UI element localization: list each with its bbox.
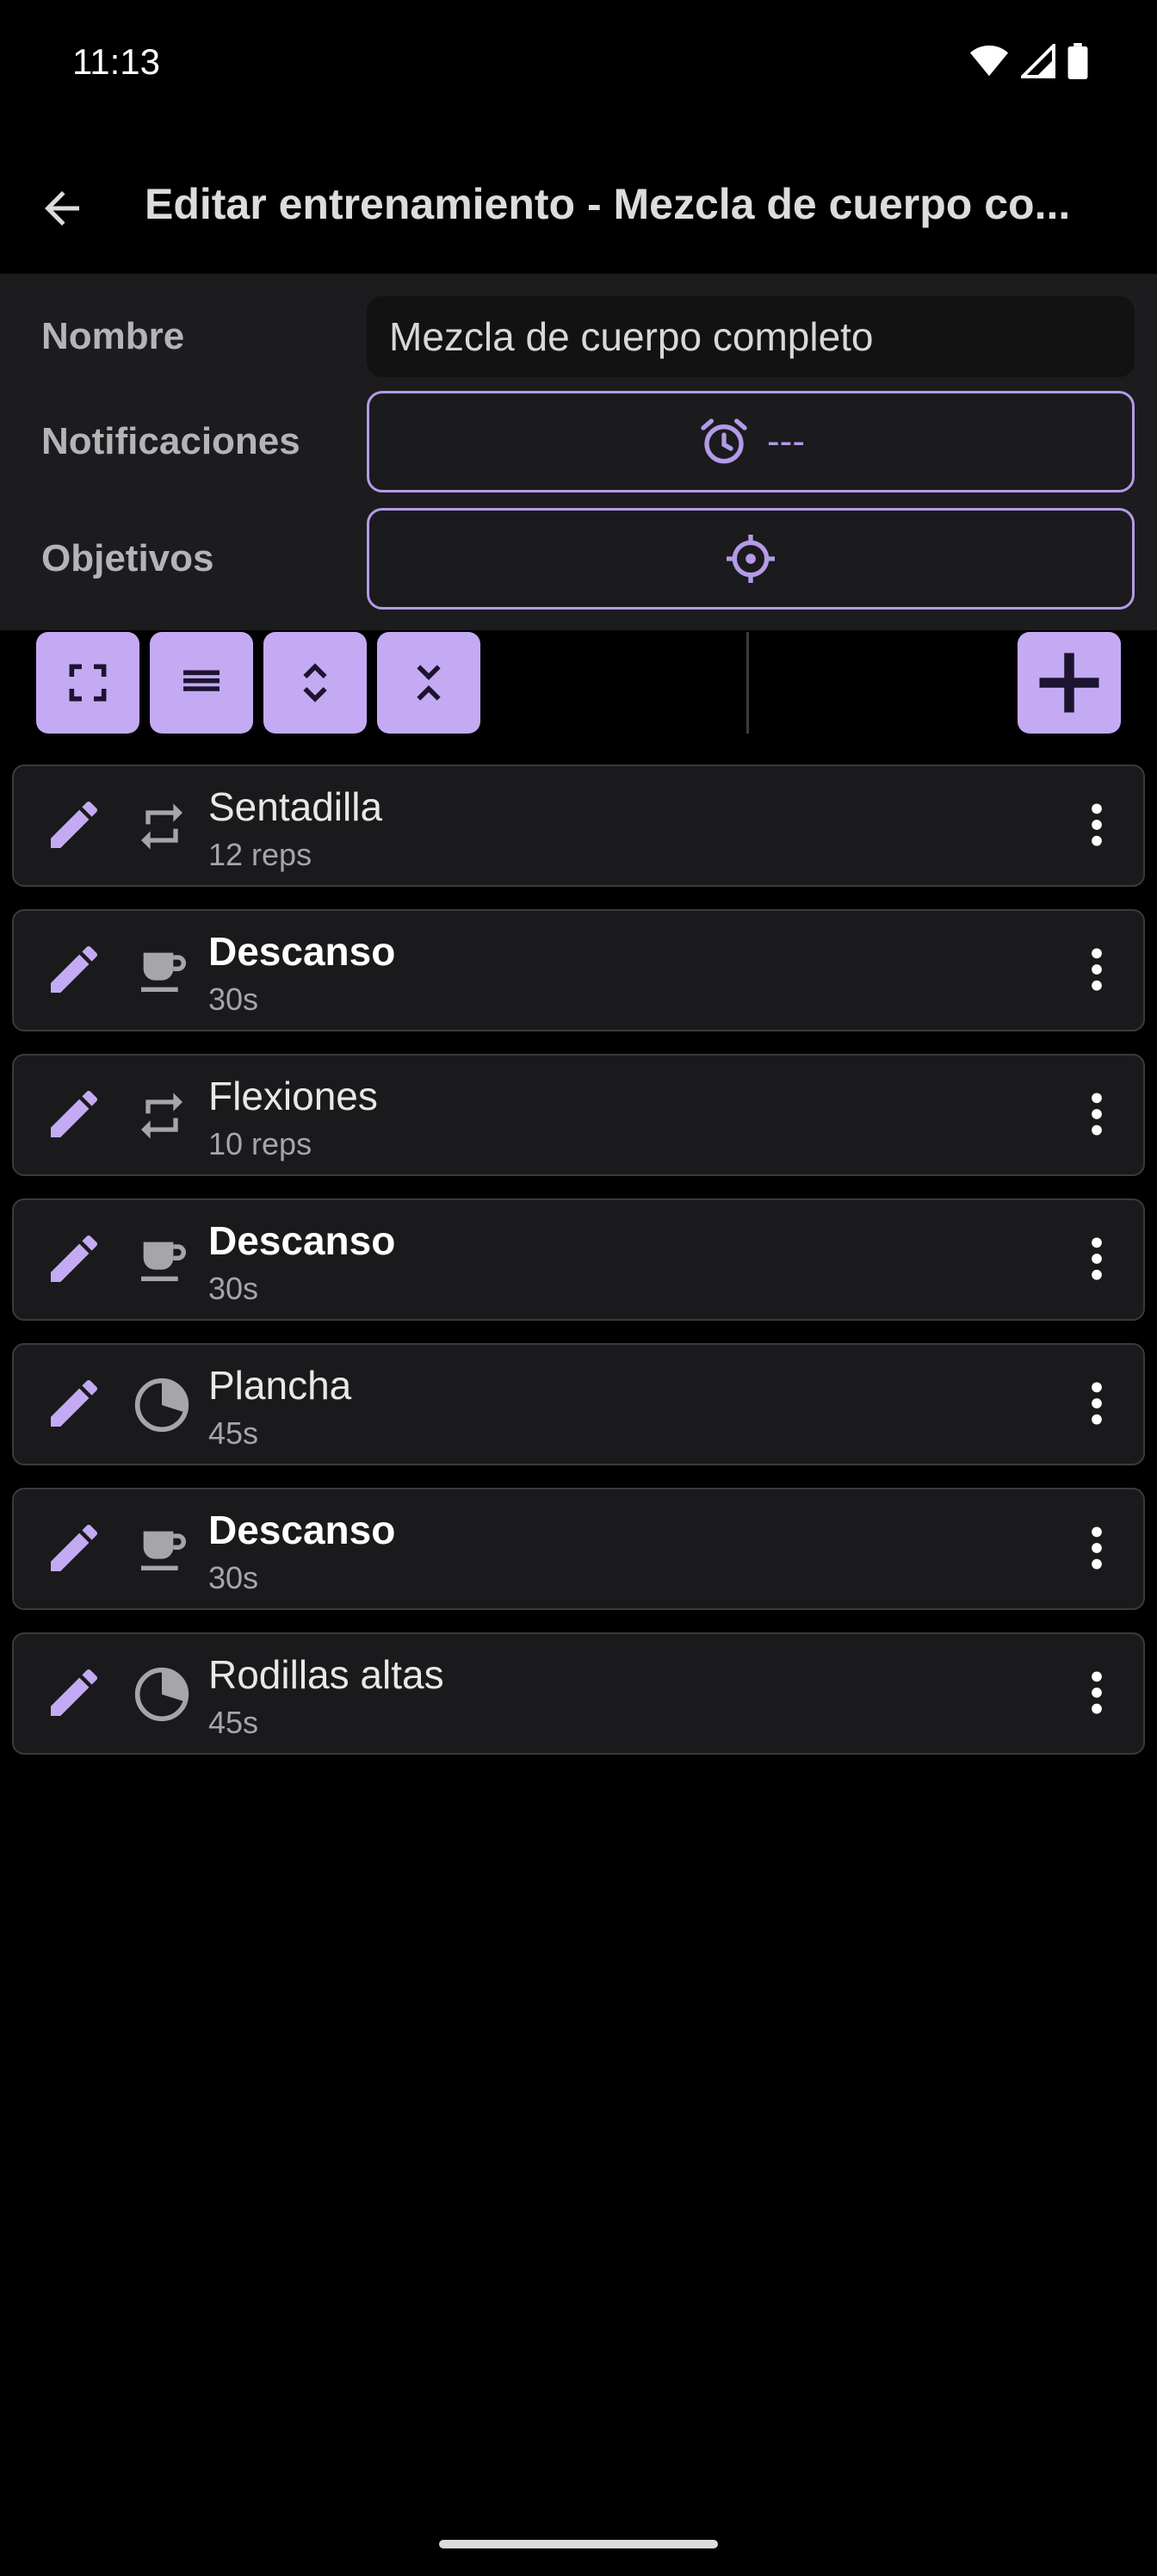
wifi-icon (969, 45, 1009, 77)
collapse-all-icon (417, 665, 441, 701)
pencil-icon (43, 938, 105, 1005)
status-time: 11:13 (72, 41, 160, 82)
item-name: Descanso (208, 1218, 396, 1263)
back-button[interactable] (26, 172, 98, 245)
list-item[interactable]: Descanso 30s (12, 909, 1145, 1031)
more-vert-icon (1078, 942, 1116, 1001)
app-bar: Editar entrenamiento - Mezcla de cuerpo … (0, 129, 1157, 274)
more-options-button[interactable] (1071, 937, 1123, 1006)
name-field[interactable]: Mezcla de cuerpo completo (367, 296, 1135, 377)
more-vert-icon (1078, 1087, 1116, 1146)
pencil-icon (43, 794, 105, 860)
more-options-button[interactable] (1071, 792, 1123, 861)
pencil-icon (43, 1372, 105, 1439)
fullscreen-button[interactable] (36, 632, 139, 734)
pencil-icon (43, 1662, 105, 1728)
signal-icon (1021, 44, 1055, 78)
list-view-button[interactable] (150, 632, 253, 734)
item-name: Plancha (208, 1363, 352, 1408)
plus-icon (1039, 653, 1099, 713)
timer-pie-icon (131, 1374, 193, 1436)
timer-pie-icon (131, 1663, 193, 1725)
more-options-button[interactable] (1071, 1515, 1123, 1584)
edit-button[interactable] (40, 1515, 108, 1584)
item-detail: 12 reps (208, 837, 312, 872)
list-item[interactable]: Sentadilla 12 reps (12, 765, 1145, 887)
cup-icon (131, 1229, 193, 1291)
notifications-value: --- (767, 420, 805, 462)
collapse-all-button[interactable] (377, 632, 480, 734)
goals-button[interactable] (367, 508, 1135, 610)
arrow-back-icon (45, 191, 79, 226)
more-options-button[interactable] (1071, 1660, 1123, 1729)
expand-all-button[interactable] (263, 632, 367, 734)
notifications-button[interactable]: --- (367, 391, 1135, 492)
cup-icon (131, 1519, 193, 1581)
more-vert-icon (1078, 1231, 1116, 1291)
more-options-button[interactable] (1071, 1371, 1123, 1440)
edit-button[interactable] (40, 1660, 108, 1729)
target-icon (727, 535, 775, 583)
name-field-value: Mezcla de cuerpo completo (389, 314, 874, 359)
list-item[interactable]: Descanso 30s (12, 1198, 1145, 1321)
edit-button[interactable] (40, 1371, 108, 1440)
item-name: Descanso (208, 1508, 396, 1552)
edit-button[interactable] (40, 937, 108, 1006)
item-detail: 30s (208, 1560, 259, 1595)
item-name: Rodillas altas (208, 1652, 444, 1697)
list-item[interactable]: Rodillas altas 45s (12, 1632, 1145, 1755)
gesture-bar[interactable] (439, 2540, 718, 2548)
goals-label: Objetivos (41, 537, 214, 579)
item-name: Descanso (208, 929, 396, 974)
repeat-icon (131, 1085, 193, 1147)
list-toolbar (0, 630, 1157, 747)
item-detail: 30s (208, 981, 259, 1017)
battery-icon (1067, 43, 1088, 79)
status-icons (969, 43, 1088, 79)
more-vert-icon (1078, 1376, 1116, 1435)
page-title: Editar entrenamiento - Mezcla de cuerpo … (145, 180, 1071, 228)
add-step-button[interactable] (1018, 632, 1121, 734)
more-vert-icon (1078, 1520, 1116, 1580)
list-item[interactable]: Descanso 30s (12, 1488, 1145, 1610)
list-item[interactable]: Flexiones 10 reps (12, 1054, 1145, 1176)
edit-button[interactable] (40, 1081, 108, 1150)
notifications-label: Notificaciones (41, 420, 300, 462)
more-vert-icon (1078, 797, 1116, 857)
cup-icon (131, 940, 193, 1002)
pencil-icon (43, 1228, 105, 1294)
toolbar-divider (746, 632, 749, 734)
item-name: Flexiones (208, 1074, 378, 1118)
list-item[interactable]: Plancha 45s (12, 1343, 1145, 1465)
item-name: Sentadilla (208, 784, 383, 829)
edit-button[interactable] (40, 792, 108, 861)
item-detail: 10 reps (208, 1126, 312, 1161)
expand-all-icon (303, 663, 327, 703)
repeat-icon (131, 796, 193, 858)
more-options-button[interactable] (1071, 1226, 1123, 1295)
workout-form: Nombre Mezcla de cuerpo completo Notific… (0, 274, 1157, 630)
edit-button[interactable] (40, 1226, 108, 1295)
item-detail: 45s (208, 1415, 259, 1451)
pencil-icon (43, 1517, 105, 1583)
alarm-icon (701, 418, 747, 464)
item-detail: 45s (208, 1705, 259, 1740)
list-icon (183, 670, 220, 691)
status-bar: 11:13 (0, 0, 1157, 129)
more-vert-icon (1078, 1665, 1116, 1725)
pencil-icon (43, 1083, 105, 1149)
more-options-button[interactable] (1071, 1081, 1123, 1150)
name-label: Nombre (41, 315, 185, 357)
item-detail: 30s (208, 1271, 259, 1306)
expand-icon (69, 664, 107, 702)
